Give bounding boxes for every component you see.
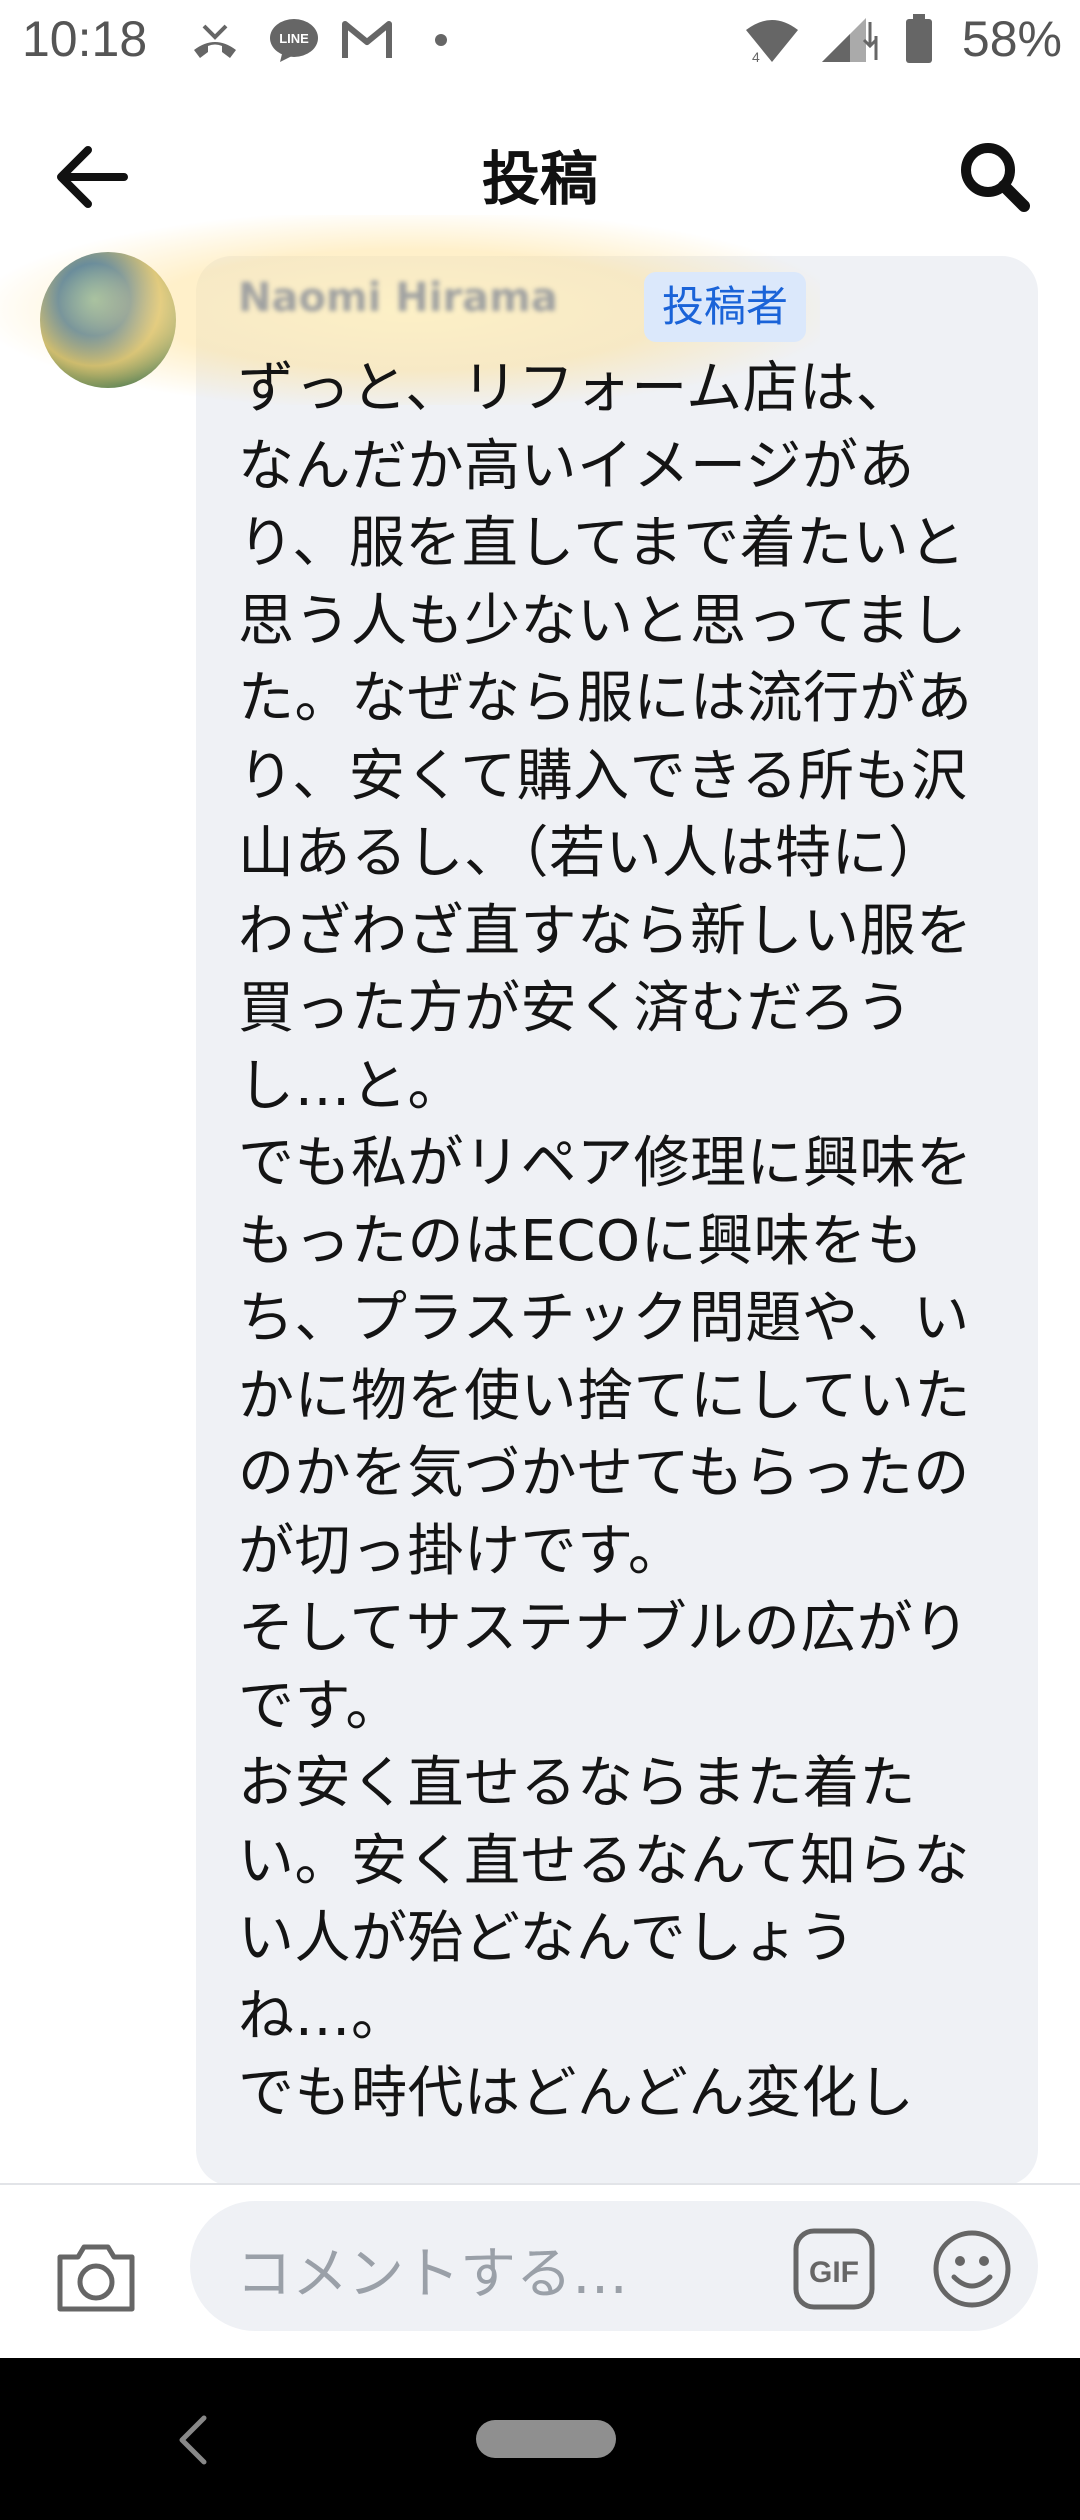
comment-placeholder: コメントする… [236,2242,628,2307]
status-bar: 10:18 LINE 4 58% [0,0,1080,84]
svg-text:LINE: LINE [279,31,309,46]
gif-icon: GIF [793,2228,875,2310]
signal-icon [820,16,878,68]
app-header: 投稿 [0,118,1080,222]
gif-button[interactable]: GIF [792,2227,876,2311]
emoji-button[interactable] [930,2227,1014,2311]
gif-label: GIF [809,2256,859,2289]
search-icon [961,143,1030,212]
author-badge: 投稿者 [644,272,807,342]
status-time: 10:18 [22,11,148,67]
line-app-icon: LINE [268,16,320,68]
author-name[interactable]: Naomi Hirama [238,275,558,321]
search-button[interactable] [950,132,1040,222]
system-nav-bar [0,2358,1080,2520]
battery-percent: 58% [961,11,1062,67]
page-title: 投稿 [481,145,598,213]
gmail-icon [342,20,392,64]
dot-icon [434,32,448,51]
avatar[interactable] [40,252,176,388]
nav-home-pill[interactable] [476,2420,616,2458]
camera-button[interactable] [52,2237,140,2317]
smiley-icon [933,2230,1011,2308]
chevron-left-icon [179,2415,207,2465]
comment-composer: コメントする… GIF [0,2183,1080,2360]
comment-text: ずっと、リフォーム店は、 なんだか高いイメージがあり、服を直してまで着たいと思う… [238,356,973,2126]
svg-text:4: 4 [752,49,760,64]
camera-icon [57,2244,135,2312]
battery-icon [904,14,934,68]
wifi-icon: 4 [744,16,800,68]
nav-back-button[interactable] [168,2410,220,2470]
missed-call-icon [190,20,240,68]
